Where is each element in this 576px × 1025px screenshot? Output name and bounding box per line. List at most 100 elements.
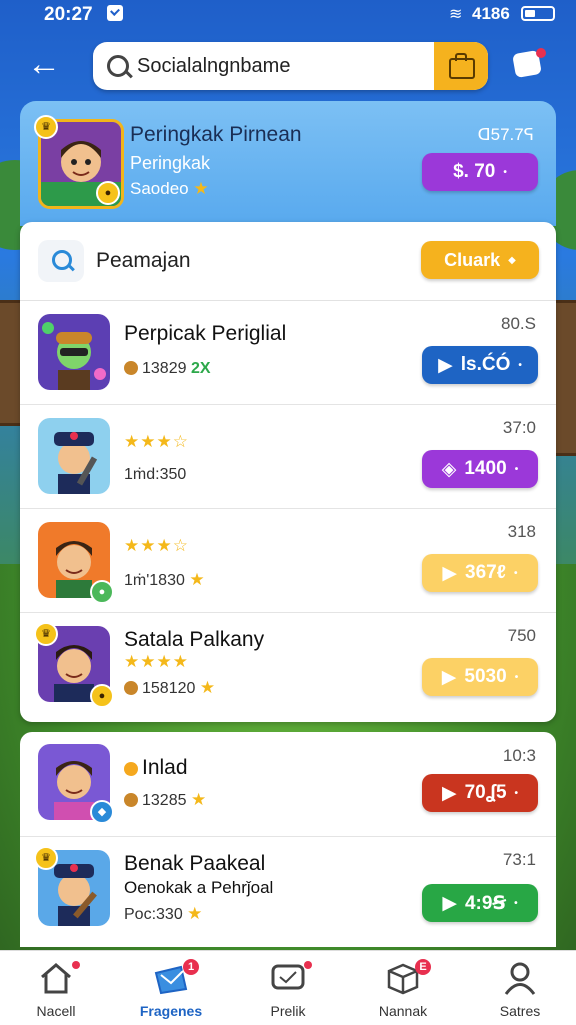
row-rank: 10:3 (502, 746, 536, 765)
row-meta: 158120 ★ (124, 678, 215, 698)
status-time: 20:27 (44, 4, 93, 25)
dot-icon: • (514, 463, 519, 475)
search-input[interactable]: Socialalngnbame (137, 55, 290, 78)
list-item[interactable]: ♛ ● Satala Palkany ★★★★ 158120 ★ 750 ▶ 5… (20, 612, 556, 716)
play-icon: ▶ (441, 666, 457, 688)
profile-price-button[interactable]: $. 70 • (422, 153, 538, 191)
cat-badge-icon: ● (96, 181, 120, 205)
row-meta: 1ṁ'1830 ★ (124, 570, 205, 590)
list-item[interactable]: ● ★★★☆ 1ṁ'1830 ★ 318 ▶ 367ℓ • (20, 508, 556, 613)
status-bar: 20:27 ≋ 4186 (0, 0, 576, 30)
filter-button[interactable]: Cluark ◆ (421, 241, 539, 279)
notification-dot (72, 961, 80, 969)
list-item[interactable]: ◆ Inlad 13285 ★ 10:3 ▶ 70ʆ5 • (20, 732, 556, 837)
profile-title: Peringkak Pirnean (130, 123, 302, 146)
nav-label: Nannak (378, 1003, 428, 1019)
bottom-nav: Nacell 1 Fragenes Prelik E Nannak Satres (0, 950, 576, 1025)
avatar (38, 418, 110, 494)
profile-meta: Saodeo ★ (130, 179, 209, 199)
nav-item-fragenes[interactable]: 1 Fragenes (121, 951, 221, 1025)
avatar-image (38, 418, 110, 494)
wifi-icon: ≋ (449, 6, 463, 23)
star-icon: ★ (189, 570, 205, 589)
arrow-left-icon: ← (27, 45, 61, 83)
notification-dot (304, 961, 312, 969)
chat-icon (271, 964, 305, 990)
avatar (38, 314, 110, 390)
row-meta-text: 13829 (142, 360, 187, 377)
row-meta: 13285 ★ (124, 790, 206, 810)
row-action-button[interactable]: ▶ 5030 • (422, 658, 538, 696)
row-meta-text: 158120 (142, 680, 196, 697)
status-badge-icon: ● (90, 580, 114, 604)
nav-item-prelik[interactable]: Prelik (238, 951, 338, 1025)
gift-icon-button[interactable] (434, 42, 488, 90)
play-icon: ▶ (442, 892, 457, 914)
row-rank: 37:0 (502, 418, 536, 437)
nav-badge: 1 (183, 959, 199, 975)
rating-stars: ★★★☆ (124, 536, 189, 555)
row-pill-label: 5030 (464, 666, 507, 687)
row-action-button[interactable]: ▶ 367ℓ • (422, 554, 538, 592)
profile-meta-text: Saodeo (130, 179, 189, 198)
coin-icon (124, 361, 138, 375)
star-icon: ★ (199, 678, 216, 697)
crown-badge-icon: ♛ (34, 846, 58, 870)
profile-icon (504, 962, 536, 995)
row-rank: 750 (507, 626, 536, 645)
dot-icon: • (518, 359, 522, 371)
row-meta-text: 1ṁ'1830 (124, 572, 185, 589)
play-icon: ▶ (441, 782, 457, 804)
row-title: Benak Paakeal (124, 852, 266, 875)
star-icon: ★ (187, 904, 203, 923)
top-bar: ← Socialalngnbame (0, 34, 576, 98)
shield-badge-icon: ◆ (90, 800, 114, 824)
battery-icon (521, 6, 555, 21)
row-rank: 80.S (501, 314, 536, 333)
search-icon (107, 55, 129, 77)
crown-badge-icon: ♛ (34, 622, 58, 646)
row-action-button[interactable]: ▶ ls.ĆÓ • (422, 346, 538, 384)
home-icon (41, 963, 71, 994)
app-notification-icon (107, 5, 123, 21)
leaderboard-list: Peamajan Cluark ◆ Perpicak Periglial 138… (20, 222, 556, 722)
medal-badge-icon: ● (90, 684, 114, 708)
row-action-button[interactable]: ▶ 4:9Ꞩ • (422, 884, 538, 922)
list-item[interactable]: ★★★☆ 1ṁd:350 37:0 ◈ 1400 • (20, 404, 556, 509)
profile-pill-label: $. 70 (453, 161, 496, 182)
coin-icon (124, 793, 138, 807)
row-rank: 73:1 (502, 850, 536, 869)
profile-subtitle: Peringkak (130, 153, 211, 173)
play-icon: ▶ (442, 562, 458, 584)
list-item[interactable]: Perpicak Periglial 13829 2X 80.S ▶ ls.ĆÓ… (20, 300, 556, 405)
chevron-icon: ◆ (508, 254, 516, 266)
reward-icon: ◈ (441, 458, 457, 480)
row-action-button[interactable]: ◈ 1400 • (422, 450, 538, 488)
row-pill-label: 4:9Ꞩ (464, 892, 507, 914)
row-action-button[interactable]: ▶ 70ʆ5 • (422, 774, 538, 812)
filter-button-label: Cluark (444, 249, 501, 270)
dot-icon: • (514, 567, 518, 579)
nav-label: Satres (499, 1003, 541, 1019)
nav-label: Prelik (270, 1003, 306, 1019)
list-item[interactable]: ♛ Benak Paakeal Oenokak a Pehrǰoal Poc:3… (20, 836, 556, 940)
puzzle-button[interactable] (510, 46, 548, 84)
dot-icon: • (514, 787, 519, 799)
nav-badge: E (415, 959, 431, 975)
search-icon[interactable] (38, 240, 84, 282)
nav-item-home[interactable]: Nacell (6, 951, 106, 1025)
back-button[interactable]: ← (24, 46, 64, 86)
rating-stars: ★★★☆ (124, 432, 189, 451)
star-icon: ★ (190, 790, 207, 809)
nav-item-nannak[interactable]: E Nannak (353, 951, 453, 1025)
row-pill-label: 1400 (464, 458, 507, 479)
row-title: Satala Palkany (124, 628, 265, 651)
nav-item-satres[interactable]: Satres (470, 951, 570, 1025)
search-bar[interactable]: Socialalngnbame (93, 42, 488, 90)
row-pill-label: ls.ĆÓ (460, 354, 511, 375)
nav-label: Fragenes (139, 1003, 203, 1019)
row-extra: 2X (190, 360, 211, 377)
profile-card[interactable]: ♛ ● Peringkak Pirnean Peringkak Saodeo ★… (20, 101, 556, 226)
crown-badge-icon: ♛ (34, 115, 58, 139)
row-title: Inlad (124, 756, 188, 780)
